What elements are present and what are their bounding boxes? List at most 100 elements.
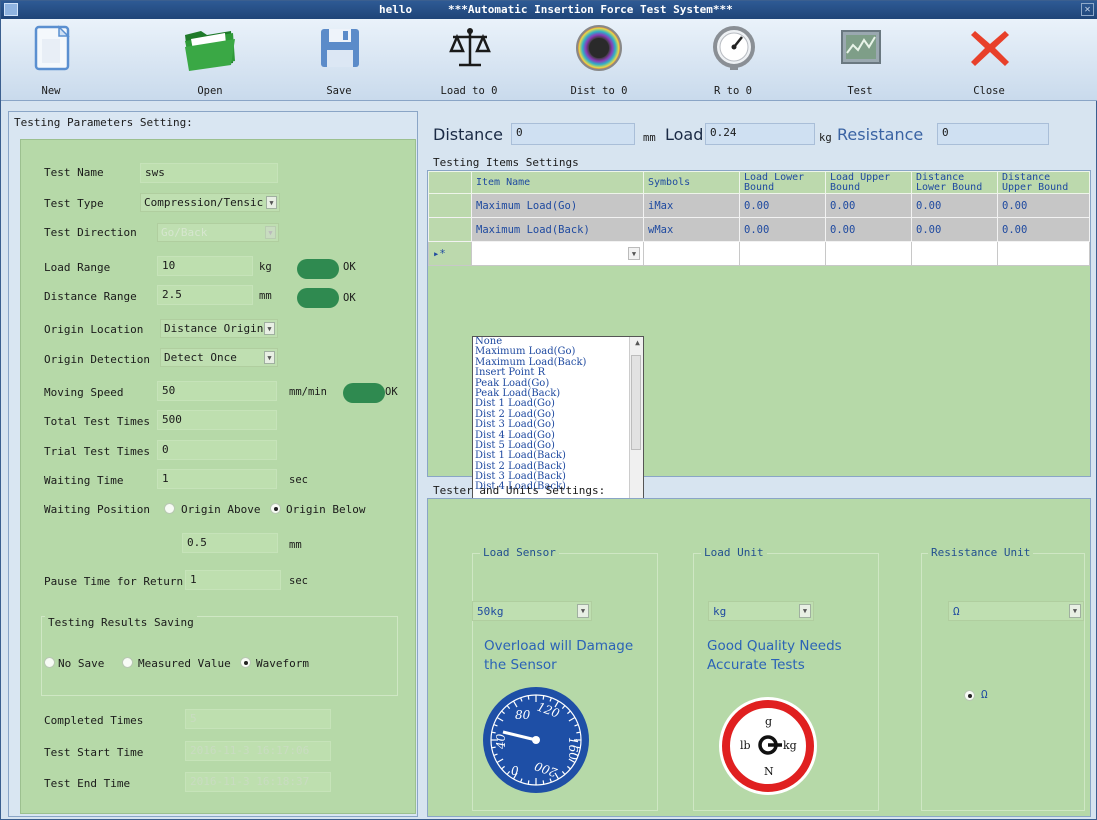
resistance-unit-title: Resistance Unit: [928, 546, 1034, 559]
distance-range-unit: mm: [259, 290, 272, 302]
item-name-combo-cell[interactable]: ▼: [471, 241, 644, 266]
tester-units-panel: Load Sensor 50kg ▼ Overload will Damage t…: [427, 498, 1091, 817]
scroll-up-icon[interactable]: ▲: [635, 338, 640, 347]
dropdown-option[interactable]: Dist 3 Load(Go): [473, 419, 643, 430]
col-item-name[interactable]: Item Name: [471, 171, 644, 194]
trial-test-times-input[interactable]: 0: [157, 440, 277, 460]
load-unit: kg: [819, 132, 832, 144]
cell-distance-upper[interactable]: 0.00: [997, 193, 1090, 218]
distance-range-input[interactable]: 2.5: [157, 285, 253, 305]
gauge-tick: [542, 780, 545, 785]
new-cell[interactable]: [911, 241, 998, 266]
waiting-offset-input[interactable]: 0.5: [182, 533, 278, 553]
cell-distance-lower[interactable]: 0.00: [911, 217, 998, 242]
measured-value-radio[interactable]: [122, 657, 133, 668]
window-title-left: hello: [379, 3, 413, 16]
waiting-time-unit: sec: [289, 474, 308, 486]
scrollbar-thumb[interactable]: [631, 355, 641, 450]
moving-speed-ok-indicator[interactable]: [343, 383, 385, 403]
waiting-time-input[interactable]: 1: [157, 469, 277, 489]
cell-load-upper[interactable]: 0.00: [825, 193, 912, 218]
resistance-unit-value: Ω: [953, 605, 960, 618]
total-test-times-input[interactable]: 500: [157, 410, 277, 430]
total-test-times-label: Total Test Times: [44, 415, 150, 428]
cell-distance-lower[interactable]: 0.00: [911, 193, 998, 218]
load-unit-select[interactable]: kg ▼: [708, 601, 814, 621]
cell-symbol[interactable]: iMax: [643, 193, 740, 218]
gauge-tick-label: 0: [511, 764, 519, 778]
chevron-down-icon[interactable]: ▼: [799, 604, 811, 618]
resistance-readout: 0: [937, 123, 1049, 145]
chevron-down-icon[interactable]: ▼: [628, 247, 640, 260]
origin-location-select[interactable]: Distance Origin ▼: [160, 319, 278, 338]
row-header[interactable]: [428, 217, 472, 242]
col-symbols[interactable]: Symbols: [643, 171, 740, 194]
chevron-down-icon[interactable]: ▼: [1069, 604, 1081, 618]
new-cell[interactable]: [997, 241, 1090, 266]
load-range-ok-indicator[interactable]: [297, 259, 339, 279]
load-to-zero-button[interactable]: Load to 0: [434, 23, 504, 99]
origin-detection-select[interactable]: Detect Once ▼: [160, 348, 278, 367]
new-row-marker[interactable]: ▸*: [428, 241, 472, 266]
close-button[interactable]: Close: [954, 23, 1024, 99]
chevron-down-icon[interactable]: ▼: [266, 196, 277, 209]
row-header[interactable]: [428, 193, 472, 218]
r-to-zero-button[interactable]: R to 0: [698, 23, 768, 99]
test-type-value: Compression/Tensic: [144, 196, 264, 209]
new-cell[interactable]: [825, 241, 912, 266]
origin-above-label: Origin Above: [181, 503, 261, 516]
chevron-down-icon[interactable]: ▼: [264, 322, 275, 335]
new-label: New: [41, 85, 61, 97]
col-distance-upper[interactable]: Distance Upper Bound: [997, 171, 1090, 194]
origin-below-radio[interactable]: [270, 503, 281, 514]
dropdown-option[interactable]: Insert Point R: [473, 367, 643, 378]
load-sensor-select[interactable]: 50kg ▼: [472, 601, 592, 621]
new-cell[interactable]: [643, 241, 740, 266]
load-range-input[interactable]: 10: [157, 256, 253, 276]
distance-range-ok-label: OK: [343, 292, 356, 304]
load-unit-title: Load Unit: [701, 546, 767, 559]
cell-item-name[interactable]: Maximum Load(Back): [471, 217, 644, 242]
cell-distance-upper[interactable]: 0.00: [997, 217, 1090, 242]
cell-item-name[interactable]: Maximum Load(Go): [471, 193, 644, 218]
cell-symbol[interactable]: wMax: [643, 217, 740, 242]
pressure-gauge-icon: [713, 26, 755, 70]
cell-load-upper[interactable]: 0.00: [825, 217, 912, 242]
pause-time-input[interactable]: 1: [185, 570, 281, 590]
test-type-select[interactable]: Compression/Tensic ▼: [140, 193, 280, 212]
unit-dial-icon: g lb kg N: [719, 697, 817, 795]
table-row[interactable]: Maximum Load(Back) wMax 0.00 0.00 0.00 0…: [428, 217, 1090, 242]
test-name-input[interactable]: sws: [140, 163, 278, 183]
new-row[interactable]: ▸* ▼: [428, 241, 1090, 266]
dropdown-options: None Maximum Load(Go) Maximum Load(Back) In…: [473, 337, 643, 493]
cell-load-lower[interactable]: 0.00: [739, 217, 826, 242]
no-save-radio[interactable]: [44, 657, 55, 668]
new-button[interactable]: New: [16, 23, 86, 99]
save-disk-icon: [321, 29, 359, 67]
dist-to-zero-button[interactable]: Dist to 0: [564, 23, 634, 99]
chevron-down-icon[interactable]: ▼: [264, 351, 275, 364]
cell-load-lower[interactable]: 0.00: [739, 193, 826, 218]
window-close-icon[interactable]: ✕: [1081, 3, 1094, 16]
col-distance-lower[interactable]: Distance Lower Bound: [911, 171, 998, 194]
chevron-down-icon[interactable]: ▼: [577, 604, 589, 618]
moving-speed-input[interactable]: 50: [157, 381, 277, 401]
resistance-unit-select[interactable]: Ω ▼: [948, 601, 1084, 621]
table-row[interactable]: Maximum Load(Go) iMax 0.00 0.00 0.00 0.0…: [428, 193, 1090, 218]
open-button[interactable]: Open: [175, 23, 245, 99]
waveform-label: Waveform: [256, 657, 309, 670]
load-range-label: Load Range: [44, 261, 111, 274]
origin-location-value: Distance Origin: [164, 322, 264, 335]
col-load-lower[interactable]: Load Lower Bound: [739, 171, 826, 194]
save-button[interactable]: Save: [304, 23, 374, 99]
test-button[interactable]: Test: [825, 23, 895, 99]
new-cell[interactable]: [739, 241, 826, 266]
resistance-unit-group: [921, 553, 1085, 811]
ohm-radio-label: Ω: [981, 688, 988, 701]
distance-readout: 0: [511, 123, 635, 145]
waveform-radio[interactable]: [240, 657, 251, 668]
origin-above-radio[interactable]: [164, 503, 175, 514]
distance-range-ok-indicator[interactable]: [297, 288, 339, 308]
ohm-radio[interactable]: [964, 690, 975, 701]
col-load-upper[interactable]: Load Upper Bound: [825, 171, 912, 194]
